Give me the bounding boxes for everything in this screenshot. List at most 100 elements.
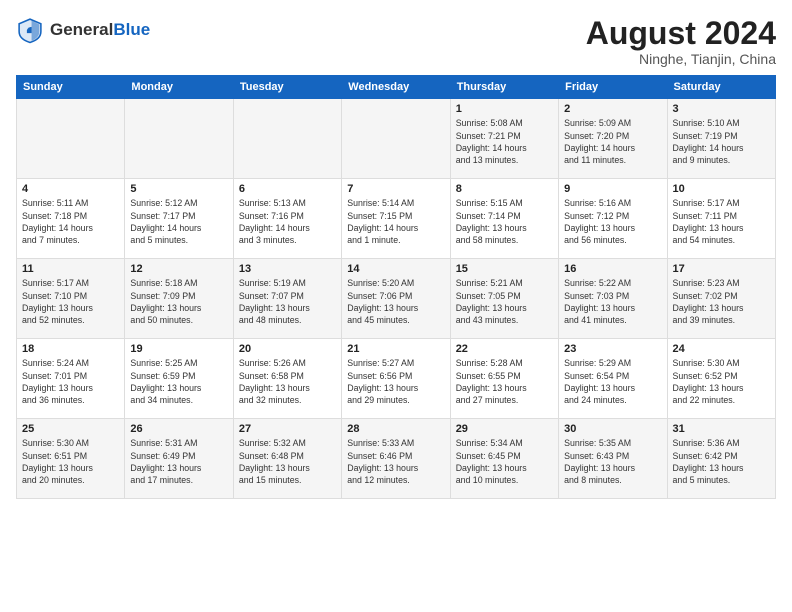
calendar-header: GeneralBlue August 2024 Ninghe, Tianjin,…: [16, 16, 776, 67]
calendar-cell: 18Sunrise: 5:24 AM Sunset: 7:01 PM Dayli…: [17, 339, 125, 419]
day-number: 14: [347, 263, 444, 275]
header-monday: Monday: [125, 76, 233, 99]
calendar-cell: 12 Sunrise: 5:18 AM Sunset: 7:09 PM Dayli…: [125, 259, 233, 339]
calendar-week-2: 4 Sunrise: 5:11 AM Sunset: 7:18 PM Daylig…: [17, 179, 776, 259]
day-number: 8: [456, 183, 553, 195]
header-wednesday: Wednesday: [342, 76, 450, 99]
calendar-cell: 24Sunrise: 5:30 AM Sunset: 6:52 PM Dayli…: [667, 339, 775, 419]
calendar-cell: [125, 99, 233, 179]
calendar-cell: [233, 99, 341, 179]
day-info: Sunrise: 5:26 AM Sunset: 6:58 PM Dayligh…: [239, 357, 336, 406]
day-info: Sunrise: 5:14 AM Sunset: 7:15 PM Dayligh…: [347, 197, 444, 246]
day-number: 31: [673, 423, 770, 435]
logo-text: GeneralBlue: [50, 21, 150, 40]
calendar-cell: 4 Sunrise: 5:11 AM Sunset: 7:18 PM Daylig…: [17, 179, 125, 259]
calendar-cell: 26Sunrise: 5:31 AM Sunset: 6:49 PM Dayli…: [125, 419, 233, 499]
day-info: Sunrise: 5:17 AM Sunset: 7:10 PM Dayligh…: [22, 277, 119, 326]
day-number: 21: [347, 343, 444, 355]
day-info: Sunrise: 5:24 AM Sunset: 7:01 PM Dayligh…: [22, 357, 119, 406]
generalblue-logo-icon: [16, 16, 44, 44]
day-number: 11: [22, 263, 119, 275]
day-info: Sunrise: 5:23 AM Sunset: 7:02 PM Dayligh…: [673, 277, 770, 326]
day-info: Sunrise: 5:19 AM Sunset: 7:07 PM Dayligh…: [239, 277, 336, 326]
calendar-cell: 14 Sunrise: 5:20 AM Sunset: 7:06 PM Dayli…: [342, 259, 450, 339]
day-number: 6: [239, 183, 336, 195]
calendar-cell: 25 Sunrise: 5:30 AM Sunset: 6:51 PM Dayli…: [17, 419, 125, 499]
location: Ninghe, Tianjin, China: [586, 51, 776, 67]
day-number: 12: [130, 263, 227, 275]
day-number: 22: [456, 343, 553, 355]
calendar-cell: 15Sunrise: 5:21 AM Sunset: 7:05 PM Dayli…: [450, 259, 558, 339]
day-info: Sunrise: 5:18 AM Sunset: 7:09 PM Dayligh…: [130, 277, 227, 326]
calendar-cell: 28Sunrise: 5:33 AM Sunset: 6:46 PM Dayli…: [342, 419, 450, 499]
day-number: 16: [564, 263, 661, 275]
day-number: 10: [673, 183, 770, 195]
calendar-cell: 20Sunrise: 5:26 AM Sunset: 6:58 PM Dayli…: [233, 339, 341, 419]
calendar-cell: 27 Sunrise: 5:32 AM Sunset: 6:48 PM Dayli…: [233, 419, 341, 499]
header-saturday: Saturday: [667, 76, 775, 99]
header-thursday: Thursday: [450, 76, 558, 99]
calendar-cell: 9 Sunrise: 5:16 AM Sunset: 7:12 PM Daylig…: [559, 179, 667, 259]
calendar-week-3: 11 Sunrise: 5:17 AM Sunset: 7:10 PM Dayli…: [17, 259, 776, 339]
day-info: Sunrise: 5:28 AM Sunset: 6:55 PM Dayligh…: [456, 357, 553, 406]
calendar-page: GeneralBlue August 2024 Ninghe, Tianjin,…: [0, 0, 792, 612]
calendar-cell: 19 Sunrise: 5:25 AM Sunset: 6:59 PM Dayli…: [125, 339, 233, 419]
logo: GeneralBlue: [16, 16, 150, 44]
calendar-week-4: 18Sunrise: 5:24 AM Sunset: 7:01 PM Dayli…: [17, 339, 776, 419]
logo-blue: Blue: [113, 20, 150, 39]
calendar-cell: 5 Sunrise: 5:12 AM Sunset: 7:17 PM Daylig…: [125, 179, 233, 259]
day-info: Sunrise: 5:15 AM Sunset: 7:14 PM Dayligh…: [456, 197, 553, 246]
calendar-cell: 29Sunrise: 5:34 AM Sunset: 6:45 PM Dayli…: [450, 419, 558, 499]
day-number: 27: [239, 423, 336, 435]
day-number: 2: [564, 103, 661, 115]
calendar-cell: 17 Sunrise: 5:23 AM Sunset: 7:02 PM Dayli…: [667, 259, 775, 339]
calendar-cell: 23Sunrise: 5:29 AM Sunset: 6:54 PM Dayli…: [559, 339, 667, 419]
day-info: Sunrise: 5:27 AM Sunset: 6:56 PM Dayligh…: [347, 357, 444, 406]
header-friday: Friday: [559, 76, 667, 99]
calendar-cell: [342, 99, 450, 179]
day-info: Sunrise: 5:30 AM Sunset: 6:52 PM Dayligh…: [673, 357, 770, 406]
day-number: 9: [564, 183, 661, 195]
day-number: 5: [130, 183, 227, 195]
calendar-week-5: 25 Sunrise: 5:30 AM Sunset: 6:51 PM Dayli…: [17, 419, 776, 499]
day-number: 19: [130, 343, 227, 355]
calendar-cell: 10 Sunrise: 5:17 AM Sunset: 7:11 PM Dayli…: [667, 179, 775, 259]
calendar-cell: 6Sunrise: 5:13 AM Sunset: 7:16 PM Daylig…: [233, 179, 341, 259]
day-info: Sunrise: 5:30 AM Sunset: 6:51 PM Dayligh…: [22, 437, 119, 486]
day-number: 29: [456, 423, 553, 435]
calendar-cell: 22 Sunrise: 5:28 AM Sunset: 6:55 PM Dayli…: [450, 339, 558, 419]
calendar-cell: 16Sunrise: 5:22 AM Sunset: 7:03 PM Dayli…: [559, 259, 667, 339]
day-number: 25: [22, 423, 119, 435]
day-number: 4: [22, 183, 119, 195]
day-info: Sunrise: 5:17 AM Sunset: 7:11 PM Dayligh…: [673, 197, 770, 246]
day-info: Sunrise: 5:35 AM Sunset: 6:43 PM Dayligh…: [564, 437, 661, 486]
day-info: Sunrise: 5:32 AM Sunset: 6:48 PM Dayligh…: [239, 437, 336, 486]
header-tuesday: Tuesday: [233, 76, 341, 99]
calendar-cell: 2 Sunrise: 5:09 AM Sunset: 7:20 PM Daylig…: [559, 99, 667, 179]
day-info: Sunrise: 5:08 AM Sunset: 7:21 PM Dayligh…: [456, 117, 553, 166]
calendar-table: Sunday Monday Tuesday Wednesday Thursday…: [16, 75, 776, 499]
day-number: 15: [456, 263, 553, 275]
day-info: Sunrise: 5:20 AM Sunset: 7:06 PM Dayligh…: [347, 277, 444, 326]
day-info: Sunrise: 5:11 AM Sunset: 7:18 PM Dayligh…: [22, 197, 119, 246]
header-sunday: Sunday: [17, 76, 125, 99]
calendar-cell: [17, 99, 125, 179]
day-header-row: Sunday Monday Tuesday Wednesday Thursday…: [17, 76, 776, 99]
calendar-cell: 7Sunrise: 5:14 AM Sunset: 7:15 PM Daylig…: [342, 179, 450, 259]
day-number: 17: [673, 263, 770, 275]
day-info: Sunrise: 5:31 AM Sunset: 6:49 PM Dayligh…: [130, 437, 227, 486]
calendar-cell: 11 Sunrise: 5:17 AM Sunset: 7:10 PM Dayli…: [17, 259, 125, 339]
day-info: Sunrise: 5:12 AM Sunset: 7:17 PM Dayligh…: [130, 197, 227, 246]
day-info: Sunrise: 5:36 AM Sunset: 6:42 PM Dayligh…: [673, 437, 770, 486]
calendar-cell: 13Sunrise: 5:19 AM Sunset: 7:07 PM Dayli…: [233, 259, 341, 339]
day-info: Sunrise: 5:09 AM Sunset: 7:20 PM Dayligh…: [564, 117, 661, 166]
calendar-cell: 8 Sunrise: 5:15 AM Sunset: 7:14 PM Daylig…: [450, 179, 558, 259]
calendar-cell: 30Sunrise: 5:35 AM Sunset: 6:43 PM Dayli…: [559, 419, 667, 499]
calendar-week-1: 1 Sunrise: 5:08 AM Sunset: 7:21 PM Daylig…: [17, 99, 776, 179]
day-number: 1: [456, 103, 553, 115]
day-info: Sunrise: 5:25 AM Sunset: 6:59 PM Dayligh…: [130, 357, 227, 406]
day-number: 28: [347, 423, 444, 435]
day-info: Sunrise: 5:29 AM Sunset: 6:54 PM Dayligh…: [564, 357, 661, 406]
day-info: Sunrise: 5:16 AM Sunset: 7:12 PM Dayligh…: [564, 197, 661, 246]
calendar-cell: 3Sunrise: 5:10 AM Sunset: 7:19 PM Daylig…: [667, 99, 775, 179]
